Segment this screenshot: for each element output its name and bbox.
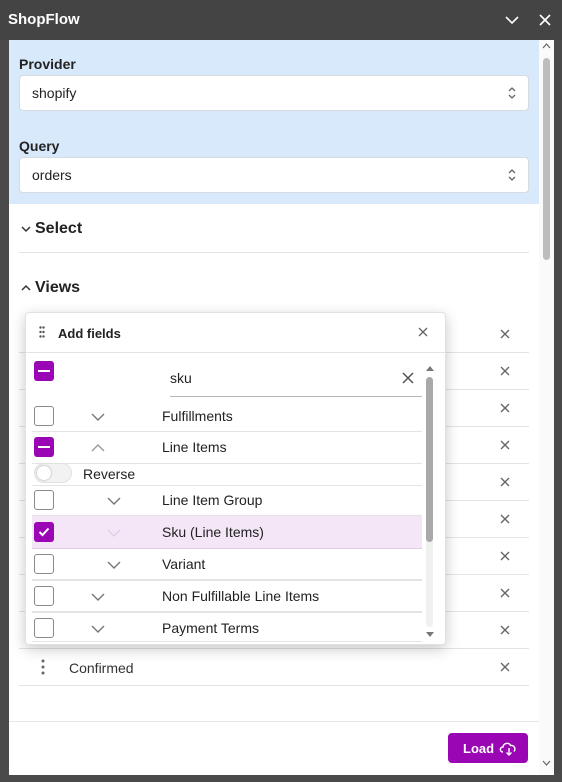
remove-icon[interactable] <box>499 550 511 562</box>
provider-select[interactable]: shopify <box>19 75 529 111</box>
drag-handle-icon[interactable] <box>41 659 45 675</box>
load-button[interactable]: Load <box>448 733 528 763</box>
field-checkbox-partial[interactable] <box>34 437 54 457</box>
field-label: Fulfillments <box>162 408 233 424</box>
field-checkbox[interactable] <box>34 586 54 606</box>
chevron-down-icon[interactable] <box>106 496 122 506</box>
reverse-toggle[interactable] <box>34 463 72 483</box>
remove-icon[interactable] <box>499 365 511 377</box>
tree-row-payment-terms[interactable]: Payment Terms <box>32 612 422 642</box>
tree-row-line-item-group[interactable]: Line Item Group <box>32 485 422 516</box>
chevron-down-icon[interactable] <box>90 592 106 602</box>
app-title: ShopFlow <box>8 11 80 28</box>
divider <box>19 252 529 253</box>
search-row <box>32 353 422 401</box>
toggle-knob <box>37 466 51 480</box>
close-icon[interactable] <box>418 327 428 337</box>
add-fields-title: Add fields <box>58 326 121 341</box>
scroll-down-icon[interactable] <box>425 631 435 638</box>
remove-icon[interactable] <box>499 624 511 636</box>
scroll-up-icon[interactable] <box>425 365 435 372</box>
chevron-down-icon[interactable] <box>90 412 106 422</box>
search-field <box>170 359 422 397</box>
chevron-down-icon[interactable] <box>90 624 106 634</box>
field-checkbox[interactable] <box>34 554 54 574</box>
field-tree: Fulfillments Line Items Reverse Line Ite… <box>26 353 445 644</box>
views-section-toggle[interactable]: Views <box>19 279 529 297</box>
add-fields-header: Add fields <box>26 313 445 353</box>
field-checkbox[interactable] <box>34 490 54 510</box>
field-tree-scrollbar-thumb[interactable] <box>426 377 433 542</box>
footer: Load <box>9 721 539 775</box>
tree-row-variant[interactable]: Variant <box>32 549 422 580</box>
field-label: Line Items <box>162 439 227 455</box>
tree-row-sku-line-items[interactable]: Sku (Line Items) <box>32 516 422 549</box>
remove-icon[interactable] <box>499 439 511 451</box>
tree-row-fulfillments[interactable]: Fulfillments <box>32 401 422 432</box>
views-section-title: Views <box>35 279 81 296</box>
updown-icon <box>508 169 516 181</box>
remove-icon[interactable] <box>499 661 511 673</box>
chevron-down-icon[interactable] <box>106 560 122 570</box>
scroll-down-icon[interactable] <box>542 760 551 766</box>
updown-icon <box>508 87 516 99</box>
reverse-label: Reverse <box>83 466 136 482</box>
reverse-row: Reverse <box>32 464 422 485</box>
chevron-down-icon <box>21 226 31 233</box>
view-row[interactable]: Confirmed <box>19 649 529 686</box>
scroll-up-icon[interactable] <box>542 43 551 49</box>
search-input[interactable] <box>170 367 390 389</box>
drag-handle-icon[interactable] <box>39 326 45 338</box>
query-label: Query <box>19 138 60 154</box>
query-value: orders <box>32 167 72 183</box>
close-window-button[interactable] <box>535 10 555 30</box>
select-section-toggle[interactable]: Select <box>19 220 529 238</box>
query-select[interactable]: orders <box>19 157 529 193</box>
field-checkbox[interactable] <box>34 618 54 638</box>
provider-label: Provider <box>19 56 76 72</box>
remove-icon[interactable] <box>499 328 511 340</box>
title-bar: ShopFlow <box>0 0 562 40</box>
chevron-up-icon[interactable] <box>90 443 106 453</box>
remove-icon[interactable] <box>499 476 511 488</box>
field-label: Line Item Group <box>162 492 263 508</box>
field-label: Non Fulfillable Line Items <box>162 588 320 604</box>
remove-icon[interactable] <box>499 513 511 525</box>
select-section-title: Select <box>35 220 83 237</box>
chevron-up-icon <box>21 284 31 291</box>
close-icon <box>539 14 551 26</box>
field-tree-scrollbar[interactable] <box>423 365 437 639</box>
collapse-window-button[interactable] <box>502 10 522 30</box>
clear-search-icon[interactable] <box>402 372 414 384</box>
main-scrollbar-thumb[interactable] <box>543 58 550 260</box>
view-row-label: Confirmed <box>69 660 134 676</box>
select-all-checkbox[interactable] <box>34 361 54 381</box>
remove-icon[interactable] <box>499 587 511 599</box>
tree-row-non-fulfillable-line-items[interactable]: Non Fulfillable Line Items <box>32 580 422 612</box>
add-fields-popup: Add fields Fulfillments Line Items Rever… <box>25 312 446 645</box>
provider-value: shopify <box>32 85 77 101</box>
chevron-down-icon <box>107 529 121 537</box>
source-panel: Provider shopify Query orders <box>9 40 539 204</box>
load-button-label: Load <box>463 740 495 756</box>
field-checkbox-checked[interactable] <box>34 522 54 542</box>
check-icon <box>38 527 50 537</box>
tree-row-line-items[interactable]: Line Items <box>32 432 422 464</box>
remove-icon[interactable] <box>499 402 511 414</box>
field-checkbox[interactable] <box>34 406 54 426</box>
cloud-download-icon <box>499 742 516 756</box>
main-scrollbar[interactable] <box>539 40 554 775</box>
chevron-down-icon <box>505 16 519 25</box>
field-label: Variant <box>162 556 206 572</box>
field-label: Payment Terms <box>162 620 259 636</box>
field-label: Sku (Line Items) <box>162 524 264 540</box>
